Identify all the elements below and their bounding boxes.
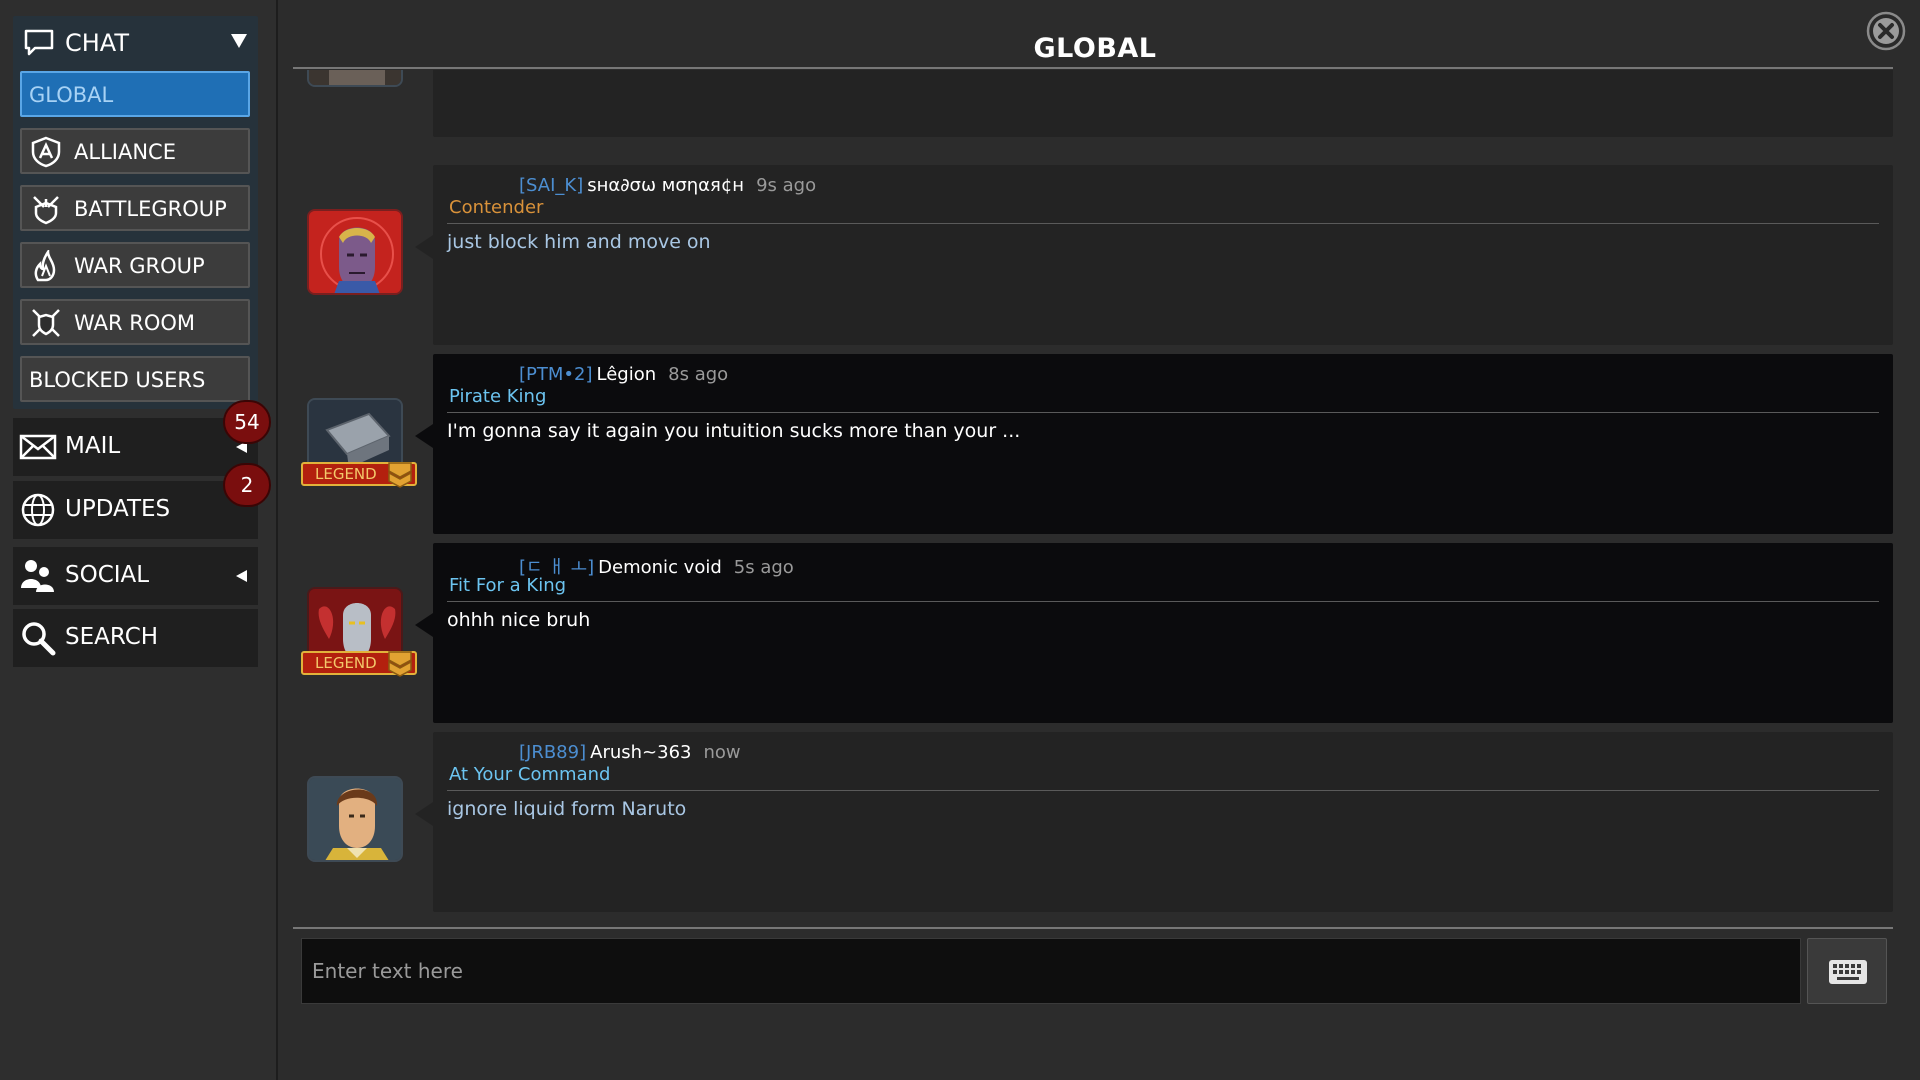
- message-text: just block him and move on: [447, 231, 711, 253]
- mail-button[interactable]: MAIL: [13, 418, 258, 476]
- chat-input-box: [301, 938, 1801, 1004]
- player-name[interactable]: Lêgion: [597, 364, 657, 385]
- social-people-icon: [21, 560, 54, 592]
- war-room-icon: [32, 309, 60, 337]
- chevron-left-icon: [236, 570, 247, 582]
- message-divider: [447, 790, 1879, 791]
- message-divider: [447, 223, 1879, 224]
- channel-blocked-users-button[interactable]: BLOCKED USERS: [20, 356, 250, 402]
- message-bubble: [433, 70, 1893, 137]
- legend-badge: LEGEND: [301, 462, 417, 488]
- social-label: SOCIAL: [65, 562, 150, 588]
- alliance-tag[interactable]: [PTM•2]: [519, 364, 593, 385]
- bubble-tail: [415, 424, 433, 448]
- message-time: 5s ago: [733, 557, 794, 578]
- channel-label: BLOCKED USERS: [29, 368, 206, 392]
- social-button[interactable]: SOCIAL: [13, 547, 258, 605]
- player-title: Fit For a King: [449, 575, 567, 596]
- bubble-tail: [415, 802, 433, 826]
- alliance-tag[interactable]: [SAI_K]: [519, 175, 583, 196]
- chat-menu: CHAT GLOBAL ALLIANCE BATTLEGROUP WAR GRO…: [13, 16, 258, 409]
- message-time: 8s ago: [668, 364, 729, 385]
- player-name[interactable]: ѕнα∂σω мσηαя¢н: [587, 175, 744, 196]
- rank-chevron-icon: [388, 462, 412, 488]
- message-text: ignore liquid form Naruto: [447, 798, 687, 820]
- chevron-down-icon: [231, 34, 247, 48]
- top-divider: [293, 67, 1893, 69]
- search-label: SEARCH: [65, 624, 159, 650]
- player-name[interactable]: Demonic void: [598, 557, 722, 578]
- message-divider: [447, 601, 1879, 602]
- search-icon: [22, 622, 56, 656]
- player-name[interactable]: Arush~363: [590, 742, 691, 763]
- message-text: ohhh nice bruh: [447, 609, 591, 631]
- channel-label: WAR GROUP: [74, 254, 205, 278]
- message-bubble: [JRB89] Arush~363 now At Your Command igno…: [415, 732, 1893, 912]
- mail-label: MAIL: [65, 433, 121, 459]
- search-button[interactable]: SEARCH: [13, 609, 258, 667]
- battlegroup-icon: [33, 196, 59, 225]
- alliance-tag[interactable]: [JRB89]: [519, 742, 586, 763]
- message-bubble: [PTM•2] Lêgion 8s ago Pirate King I'm gonn…: [415, 354, 1893, 534]
- legend-label: LEGEND: [315, 654, 377, 672]
- message-item: [JRB89] Arush~363 now At Your Command igno…: [293, 732, 1893, 912]
- legend-badge: LEGEND: [301, 651, 417, 677]
- message-item: [SAI_K] ѕнα∂σω мσηαя¢н 9s ago Contender ju…: [293, 165, 1893, 345]
- bubble-tail: [415, 235, 433, 259]
- channel-label: ALLIANCE: [74, 140, 176, 164]
- thanos-avatar[interactable]: [307, 209, 403, 295]
- channel-global-button[interactable]: GLOBAL: [20, 71, 250, 117]
- rank-chevron-icon: [388, 651, 412, 677]
- channel-label: BATTLEGROUP: [74, 197, 227, 221]
- channel-battlegroup-button[interactable]: BATTLEGROUP: [20, 185, 250, 231]
- chat-label: CHAT: [65, 29, 130, 57]
- chat-text-input[interactable]: [302, 939, 1800, 1003]
- globe-icon: [21, 493, 55, 527]
- message-meta: [JRB89] Arush~363 now: [519, 742, 741, 763]
- updates-button[interactable]: UPDATES: [13, 481, 258, 539]
- close-icon[interactable]: [1866, 11, 1906, 51]
- channel-war-group-button[interactable]: WAR GROUP: [20, 242, 250, 288]
- envelope-icon: [19, 434, 57, 460]
- keyboard-button[interactable]: [1807, 938, 1887, 1004]
- message-partial: [293, 70, 1893, 137]
- message-bubble: [SAI_K] ѕнα∂σω мσηαя¢н 9s ago Contender ju…: [415, 165, 1893, 345]
- updates-count-badge: 2: [223, 463, 271, 507]
- message-meta: [PTM•2] Lêgion 8s ago: [519, 364, 728, 385]
- channel-label: WAR ROOM: [74, 311, 196, 335]
- mail-count-badge: 54: [223, 400, 271, 444]
- message-meta: [SAI_K] ѕнα∂σω мσηαя¢н 9s ago: [519, 175, 816, 196]
- message-bubble: [ㄷ ㅐ ㅗ] Demonic void 5s ago Fit For a King…: [415, 543, 1893, 723]
- player-title: Contender: [449, 197, 544, 218]
- war-group-icon: [34, 250, 56, 282]
- bubble-tail: [415, 613, 433, 637]
- bottom-divider: [293, 927, 1893, 929]
- message-item: [ㄷ ㅐ ㅗ] Demonic void 5s ago Fit For a King…: [293, 543, 1893, 723]
- legend-label: LEGEND: [315, 465, 377, 483]
- channel-label: GLOBAL: [29, 83, 114, 107]
- message-divider: [447, 412, 1879, 413]
- player-title: At Your Command: [449, 764, 611, 785]
- avatar: [307, 70, 403, 87]
- chat-bubble-icon: [24, 29, 54, 56]
- message-time: 9s ago: [756, 175, 817, 196]
- message-time: now: [703, 742, 741, 763]
- updates-label: UPDATES: [65, 496, 171, 522]
- message-feed[interactable]: [SAI_K] ѕнα∂σω мσηαя¢н 9s ago Contender ju…: [293, 70, 1893, 925]
- player-title: Pirate King: [449, 386, 547, 407]
- alliance-shield-icon: [31, 136, 61, 168]
- sidebar: CHAT GLOBAL ALLIANCE BATTLEGROUP WAR GRO…: [0, 0, 278, 1080]
- message-text: I'm gonna say it again you intuition suc…: [447, 420, 1021, 442]
- hyperion-avatar[interactable]: [307, 776, 403, 862]
- page-title: GLOBAL: [1033, 33, 1157, 64]
- channel-war-room-button[interactable]: WAR ROOM: [20, 299, 250, 345]
- channel-alliance-button[interactable]: ALLIANCE: [20, 128, 250, 174]
- chat-header[interactable]: CHAT: [13, 16, 258, 68]
- message-item: [PTM•2] Lêgion 8s ago Pirate King I'm gonn…: [293, 354, 1893, 534]
- keyboard-icon: [1829, 960, 1867, 984]
